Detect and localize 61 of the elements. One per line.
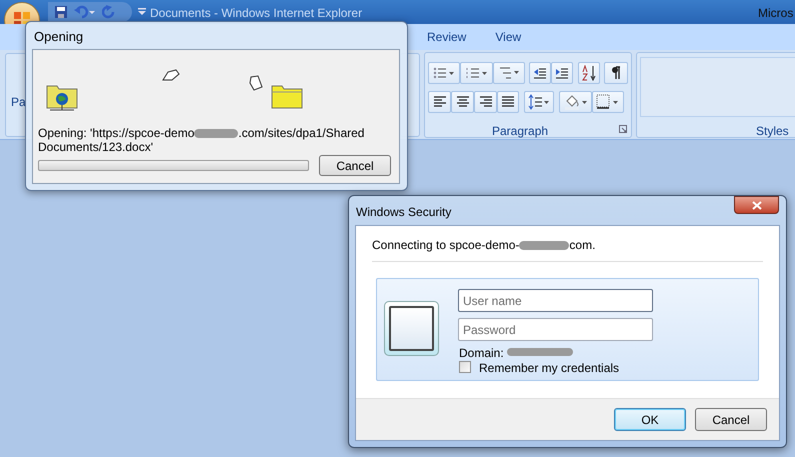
shading-button[interactable] — [559, 91, 592, 113]
paint-bucket-icon — [564, 94, 588, 110]
numbering-button[interactable] — [460, 62, 493, 84]
opening-message: Documents/123.docx' — [38, 140, 154, 154]
align-right-icon — [478, 96, 492, 108]
opening-message: .com/sites/dpa1/Shared — [238, 126, 364, 140]
align-right-button[interactable] — [474, 91, 497, 113]
dialog-launcher-icon[interactable] — [619, 125, 627, 133]
justify-icon — [501, 96, 515, 108]
numbering-icon — [466, 67, 488, 79]
bullets-icon — [433, 67, 455, 79]
align-center-button[interactable] — [451, 91, 474, 113]
show-formatting-button[interactable] — [604, 62, 628, 84]
save-icon[interactable] — [54, 5, 68, 19]
customize-toolbar-icon[interactable] — [138, 8, 146, 16]
opening-message: Opening: 'https://spcoe-demo — [38, 126, 194, 140]
group-label: Styles — [756, 123, 789, 140]
paste-label: Pa — [11, 94, 26, 111]
cancel-button[interactable]: Cancel — [319, 155, 391, 176]
align-left-button[interactable] — [428, 91, 451, 113]
undo-icon[interactable] — [74, 5, 96, 19]
align-left-icon — [432, 96, 446, 108]
dialog-button[interactable]: Cancel — [695, 408, 767, 431]
borders-button[interactable] — [592, 91, 624, 113]
ribbon-tab[interactable]: View — [494, 28, 522, 46]
increase-indent-icon — [555, 67, 569, 79]
justify-button[interactable] — [497, 91, 519, 113]
paper-icon — [248, 75, 264, 91]
bullets-button[interactable] — [428, 62, 460, 84]
remember-checkbox[interactable] — [459, 361, 471, 373]
sort-icon — [581, 65, 597, 81]
multilevel-list-icon — [498, 66, 520, 80]
pilcrow-icon — [611, 66, 621, 80]
connecting-message: com. — [569, 238, 596, 252]
remember-label: Remember my credentials — [479, 360, 620, 377]
borders-icon — [596, 94, 620, 110]
window-title: Documents - Windows Internet Explorer — [150, 5, 362, 22]
dialog-title: Windows Security — [356, 204, 452, 221]
user-tile-icon — [384, 301, 439, 356]
paper-icon — [162, 68, 180, 82]
group-label: Paragraph — [492, 123, 548, 140]
redaction-mark — [519, 241, 570, 250]
dialog-button[interactable]: OK — [614, 408, 686, 431]
close-button[interactable] — [734, 196, 779, 214]
window-title: Micros — [758, 5, 794, 22]
increase-indent-button[interactable] — [551, 62, 573, 84]
multilevel-list-button[interactable] — [493, 62, 525, 84]
align-center-icon — [456, 96, 470, 108]
password-field[interactable]: Password — [458, 318, 653, 341]
decrease-indent-button[interactable] — [529, 62, 551, 84]
username-field[interactable]: User name — [458, 289, 653, 312]
domain-label: Domain: — [459, 345, 504, 362]
decrease-indent-icon — [533, 67, 547, 79]
connecting-message: Connecting to spcoe-demo- — [372, 238, 520, 252]
dialog-title: Opening — [34, 28, 84, 46]
close-icon — [752, 200, 762, 210]
sort-button[interactable] — [578, 62, 600, 84]
line-spacing-icon — [528, 94, 550, 110]
ribbon-tab[interactable]: Review — [426, 28, 468, 46]
redaction-mark — [507, 348, 573, 356]
line-spacing-button[interactable] — [524, 91, 554, 113]
